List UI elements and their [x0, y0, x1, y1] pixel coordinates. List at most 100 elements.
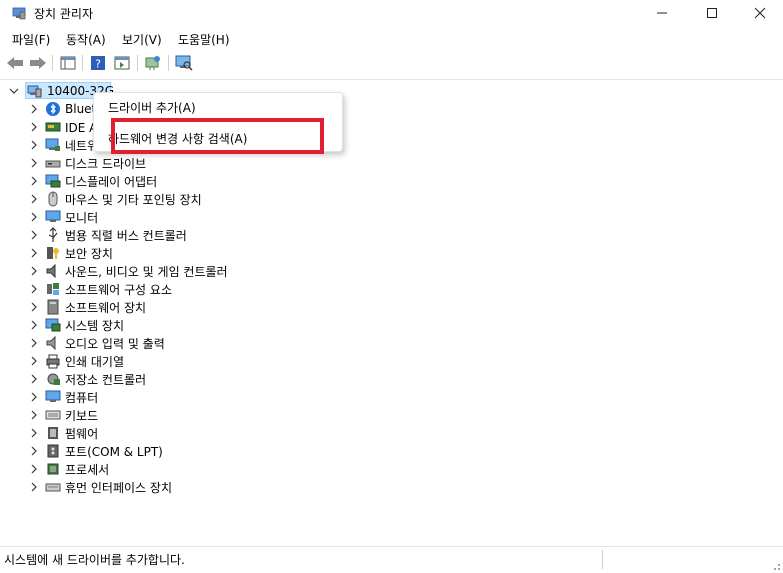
tree-category-label: 오디오 입력 및 출력	[65, 336, 165, 351]
device-manager-app-icon	[12, 7, 26, 20]
menu-file[interactable]: 파일(F)	[12, 31, 50, 48]
help-button[interactable]: ?	[88, 54, 108, 72]
expand-chevron[interactable]	[29, 392, 39, 402]
tree-category-item[interactable]: 디스크 드라이브	[45, 154, 146, 172]
disk-drive-icon	[45, 160, 61, 168]
tree-category-label: 키보드	[65, 408, 99, 423]
processor-icon	[47, 463, 59, 475]
tree-category-item[interactable]: 인쇄 대기열	[45, 352, 124, 370]
tree-category-item[interactable]: 키보드	[45, 406, 98, 424]
update-driver-button[interactable]	[143, 54, 163, 72]
expand-chevron[interactable]	[29, 104, 39, 114]
menu-help[interactable]: 도움말(H)	[178, 31, 230, 48]
forward-button[interactable]	[28, 54, 48, 72]
chevron-right-icon	[31, 338, 37, 348]
tree-category-item[interactable]: 소프트웨어 구성 요소	[45, 280, 172, 298]
expand-chevron[interactable]	[29, 212, 39, 222]
tree-category-item[interactable]: 모니터	[45, 208, 98, 226]
expand-chevron[interactable]	[29, 140, 39, 150]
expand-chevron[interactable]	[29, 158, 39, 168]
monitor-icon	[45, 210, 61, 222]
tree-category-item[interactable]: 포트(COM & LPT)	[45, 442, 163, 460]
expand-chevron[interactable]	[29, 356, 39, 366]
minimize-button[interactable]	[639, 0, 685, 26]
expand-chevron[interactable]	[29, 446, 39, 456]
firmware-icon	[48, 427, 58, 439]
expand-chevron[interactable]	[29, 338, 39, 348]
tree-category-item[interactable]: 사운드, 비디오 및 게임 컨트롤러	[45, 262, 228, 280]
printer-icon	[46, 354, 60, 369]
tree-category-item[interactable]: 시스템 장치	[45, 316, 124, 334]
expand-chevron[interactable]	[29, 284, 39, 294]
menu-action[interactable]: 동작(A)	[66, 31, 106, 48]
status-bar: 시스템에 새 드라이버를 추가합니다.	[0, 546, 783, 573]
tree-category-item[interactable]: 컴퓨터	[45, 388, 98, 406]
title-bar: 장치 관리자	[0, 0, 783, 26]
port-icon	[47, 444, 59, 458]
status-text: 시스템에 새 드라이버를 추가합니다.	[4, 553, 185, 567]
svg-text:?: ?	[95, 58, 101, 71]
tree-category-item[interactable]: 펌웨어	[45, 424, 98, 442]
computer-root-icon	[27, 85, 42, 98]
hid-icon	[45, 483, 61, 492]
tree-category-item[interactable]: 프로세서	[45, 460, 109, 478]
expand-chevron[interactable]	[29, 248, 39, 258]
expand-chevron[interactable]	[29, 302, 39, 312]
tree-category-label: 저장소 컨트롤러	[65, 372, 147, 387]
resize-grip-icon[interactable]	[771, 561, 781, 571]
chevron-right-icon	[31, 140, 37, 150]
properties-pane-icon	[60, 56, 76, 70]
chevron-right-icon	[31, 320, 37, 330]
menu-view[interactable]: 보기(V)	[122, 31, 162, 48]
tree-category-label: 인쇄 대기열	[65, 354, 125, 369]
expand-chevron[interactable]	[29, 122, 39, 132]
storage-controller-icon	[47, 373, 60, 385]
properties-pane-button[interactable]	[58, 54, 78, 72]
expand-chevron[interactable]	[29, 482, 39, 492]
network-adapter-icon	[45, 138, 60, 151]
chevron-right-icon	[31, 482, 37, 492]
tree-category-item[interactable]: 마우스 및 기타 포인팅 장치	[45, 190, 202, 208]
expand-chevron[interactable]	[29, 320, 39, 330]
tree-category-label: 보안 장치	[65, 246, 113, 261]
tree-category-item[interactable]: 디스플레이 어댑터	[45, 172, 157, 190]
chevron-right-icon	[31, 392, 37, 402]
expand-chevron[interactable]	[29, 410, 39, 420]
expand-chevron[interactable]	[29, 464, 39, 474]
tree-category-item[interactable]: 소프트웨어 장치	[45, 298, 146, 316]
menu-bar: 파일(F) 동작(A) 보기(V) 도움말(H)	[0, 27, 783, 49]
context-menu-add-driver[interactable]: 드라이버 추가(A)	[108, 99, 196, 116]
chevron-right-icon	[31, 176, 37, 186]
tree-category-item[interactable]: 휴먼 인터페이스 장치	[45, 478, 172, 496]
ide-controller-icon	[45, 122, 61, 132]
back-button[interactable]	[5, 54, 25, 72]
show-hide-tree-button[interactable]	[112, 54, 132, 72]
back-arrow-icon	[7, 57, 23, 69]
chevron-right-icon	[31, 284, 37, 294]
maximize-button[interactable]	[689, 0, 735, 26]
update-driver-icon	[145, 56, 160, 70]
system-device-icon	[45, 318, 61, 332]
audio-io-icon	[46, 335, 56, 351]
expand-chevron[interactable]	[29, 194, 39, 204]
chevron-right-icon	[31, 230, 37, 240]
security-device-icon	[47, 247, 59, 259]
expand-chevron[interactable]	[29, 374, 39, 384]
tree-category-item[interactable]: 오디오 입력 및 출력	[45, 334, 165, 352]
root-collapse-chevron[interactable]	[9, 86, 19, 96]
chevron-right-icon	[31, 464, 37, 474]
tree-category-label: 시스템 장치	[65, 318, 125, 333]
tree-category-item[interactable]: 범용 직렬 버스 컨트롤러	[45, 226, 187, 244]
toolbar: ?	[0, 50, 783, 76]
chevron-right-icon	[31, 266, 37, 276]
window-title: 장치 관리자	[34, 7, 94, 21]
tree-category-item[interactable]: 보안 장치	[45, 244, 113, 262]
expand-chevron[interactable]	[29, 176, 39, 186]
close-button[interactable]	[737, 0, 783, 26]
software-component-icon	[47, 283, 59, 295]
scan-hardware-button[interactable]	[174, 54, 194, 72]
tree-category-item[interactable]: 저장소 컨트롤러	[45, 370, 146, 388]
expand-chevron[interactable]	[29, 230, 39, 240]
expand-chevron[interactable]	[29, 428, 39, 438]
expand-chevron[interactable]	[29, 266, 39, 276]
